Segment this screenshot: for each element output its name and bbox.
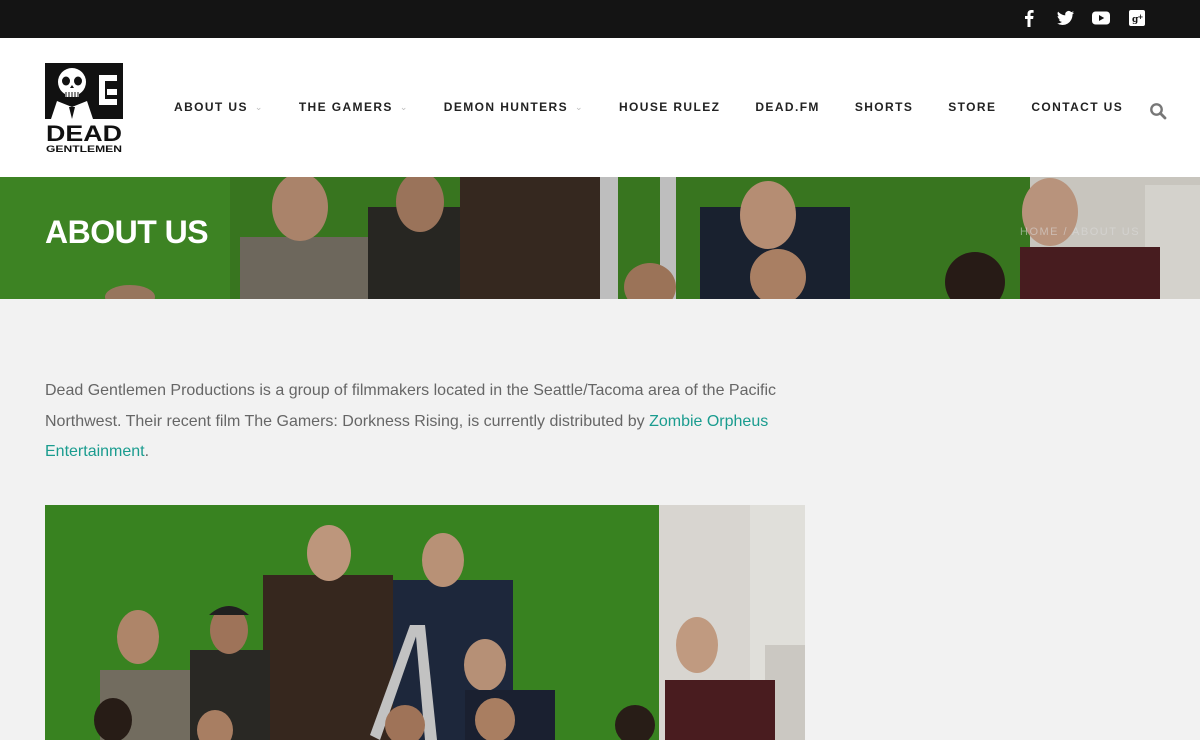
svg-text:+: + <box>1138 13 1144 21</box>
logo-line1: DEAD <box>46 121 122 146</box>
logo-line2: GENTLEMEN <box>46 144 122 153</box>
nav-item-about-us[interactable]: ABOUT US ⌄ <box>174 100 264 114</box>
nav-label: STORE <box>948 100 997 114</box>
google-plus-icon[interactable]: g + <box>1126 7 1148 29</box>
twitter-icon[interactable] <box>1054 7 1076 29</box>
breadcrumb[interactable]: HOME / ABOUT US <box>1020 226 1140 238</box>
nav-item-shorts[interactable]: SHORTS <box>855 100 913 114</box>
page-title-banner: ABOUT US HOME / ABOUT US <box>0 177 1200 299</box>
site-logo[interactable]: DEAD GENTLEMEN <box>45 63 123 155</box>
nav-label: DEAD.FM <box>755 100 820 114</box>
page-title: ABOUT US <box>45 214 209 250</box>
chevron-down-icon: ⌄ <box>575 101 584 112</box>
chevron-down-icon: ⌄ <box>399 101 409 112</box>
nav-item-dead-fm[interactable]: DEAD.FM <box>755 100 819 114</box>
nav-label: DEMON HUNTERS <box>443 100 568 114</box>
site-header: DEAD GENTLEMEN ABOUT US ⌄ THE GAMERS ⌄ DEM… <box>0 38 1200 177</box>
main-nav: ABOUT US ⌄ THE GAMERS ⌄ DEMON HUNTERS ⌄ HOU… <box>174 100 1158 114</box>
nav-item-store[interactable]: STORE <box>948 100 996 114</box>
social-links: g + <box>1018 7 1148 29</box>
search-icon[interactable] <box>1149 102 1167 120</box>
nav-label: ABOUT US <box>174 100 248 114</box>
top-bar: g + <box>0 0 1200 38</box>
nav-item-contact-us[interactable]: CONTACT US <box>1031 100 1123 114</box>
nav-label: HOUSE RULEZ <box>618 100 721 114</box>
nav-item-the-gamers[interactable]: THE GAMERS ⌄ <box>299 100 409 114</box>
nav-item-demon-hunters[interactable]: DEMON HUNTERS ⌄ <box>444 100 584 114</box>
chevron-down-icon: ⌄ <box>254 101 264 112</box>
facebook-icon[interactable] <box>1018 7 1040 29</box>
group-photo <box>45 505 805 740</box>
paragraph-end: . <box>144 443 150 460</box>
nav-label: SHORTS <box>854 100 914 114</box>
youtube-icon[interactable] <box>1090 7 1112 29</box>
nav-label: THE GAMERS <box>298 100 393 114</box>
nav-label: CONTACT US <box>1031 100 1124 114</box>
nav-item-house-rulez[interactable]: HOUSE RULEZ <box>619 100 720 114</box>
about-text: Dead Gentlemen Productions is a group of… <box>45 376 785 468</box>
